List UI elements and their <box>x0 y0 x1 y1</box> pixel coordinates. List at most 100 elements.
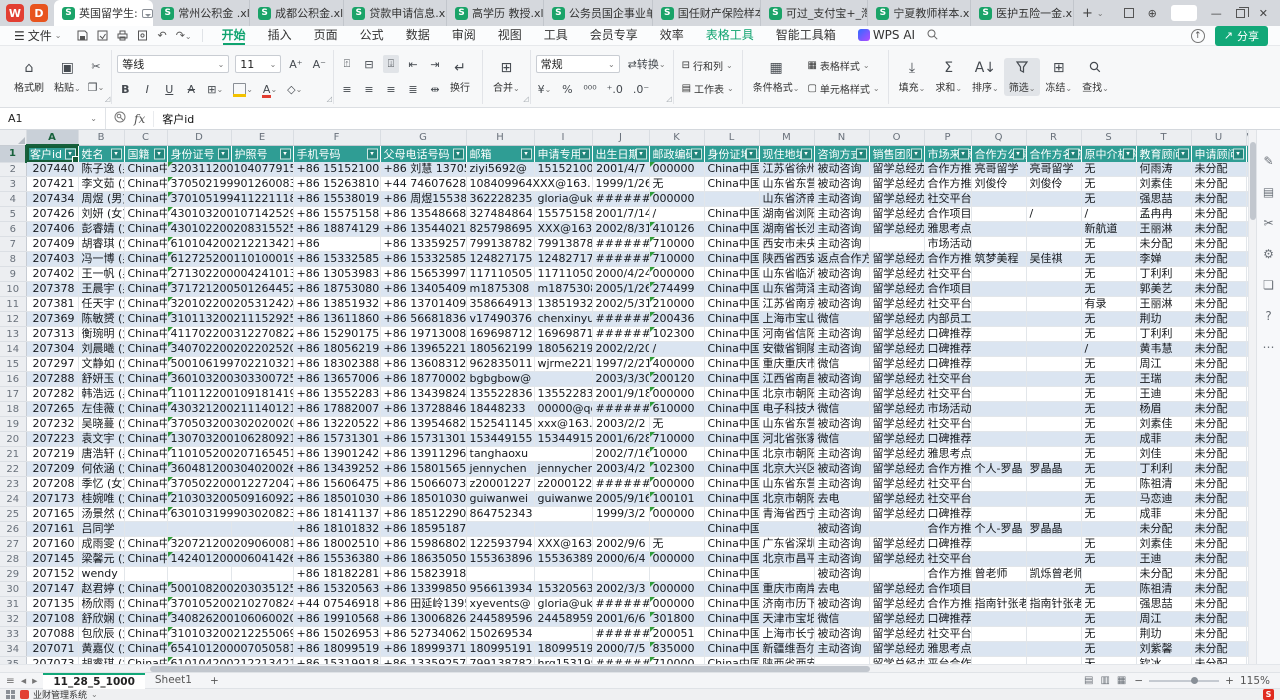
cell[interactable]: China中国 <box>124 372 167 387</box>
cell[interactable]: +86 1877000215 <box>380 372 466 387</box>
cell[interactable]: 360481200304020026 <box>167 462 293 477</box>
more-panel-icon[interactable]: ⋯ <box>1263 340 1275 354</box>
cell[interactable] <box>759 567 814 582</box>
cell[interactable]: 荆玏 <box>1136 312 1191 327</box>
cell[interactable]: 合作项目- <box>924 582 971 597</box>
cell[interactable]: 207406 <box>26 222 78 237</box>
cell[interactable]: China中国 <box>124 297 167 312</box>
cell[interactable] <box>1026 372 1081 387</box>
restore-button[interactable] <box>1236 9 1245 18</box>
cell[interactable]: 207219 <box>26 447 78 462</box>
cell[interactable] <box>1026 402 1081 417</box>
cell[interactable]: 00000@qq <box>534 402 592 417</box>
thousands-icon[interactable]: ⁰⁰⁰ <box>581 80 598 98</box>
cell[interactable]: 成菲 <box>1136 432 1191 447</box>
cell[interactable]: 汤景然 (女 <box>78 507 124 522</box>
cell[interactable]: 留学总经办 <box>869 192 924 207</box>
cell[interactable]: 曾老师 <box>971 567 1026 582</box>
cell[interactable]: m1875308 <box>466 282 534 297</box>
cell[interactable]: 180995191 <box>534 642 592 657</box>
row-number[interactable]: 22 <box>0 462 26 477</box>
file-tab[interactable]: S 成都公积金.xlsx <box>250 0 344 26</box>
cell[interactable] <box>1026 507 1081 522</box>
cell[interactable] <box>971 627 1026 642</box>
cell[interactable]: +86 13657006 <box>293 372 380 387</box>
cell[interactable] <box>971 582 1026 597</box>
cell[interactable]: 王瑞 <box>1136 372 1191 387</box>
zoom-slider[interactable] <box>1149 680 1219 682</box>
row-number[interactable]: 11 <box>0 297 26 312</box>
cell[interactable]: +86 52734062 <box>380 627 466 642</box>
cell[interactable]: 微信 <box>814 612 869 627</box>
cell[interactable]: 留学总经办 <box>869 597 924 612</box>
comment-icon[interactable] <box>142 9 153 18</box>
cell[interactable] <box>971 477 1026 492</box>
cell[interactable]: 社交平台. <box>924 552 971 567</box>
cell[interactable]: 310103200212255069 <box>167 627 293 642</box>
undo-icon[interactable]: ↶ <box>157 29 166 42</box>
column-header[interactable]: 出生日期▾ <box>592 145 649 162</box>
cell[interactable]: 未分配 <box>1136 567 1191 582</box>
distributed-icon[interactable]: ⇹ <box>427 80 443 98</box>
cell[interactable]: 无 <box>1081 507 1136 522</box>
cell[interactable]: 平台合作方 <box>924 657 971 664</box>
cell[interactable] <box>1026 582 1081 597</box>
sheet-tab-Sheet1[interactable]: Sheet1 <box>145 673 202 689</box>
menu-item-审阅[interactable]: 审阅 <box>441 26 487 45</box>
column-letter-F[interactable]: F <box>293 130 380 145</box>
row-number[interactable]: 28 <box>0 552 26 567</box>
cell[interactable]: 207108 <box>26 612 78 627</box>
cell[interactable]: 400000 <box>649 357 704 372</box>
cell[interactable]: 135522836 <box>466 387 534 402</box>
cell[interactable]: 广东省深圳 <box>759 537 814 552</box>
cell[interactable]: China中国 <box>124 162 167 177</box>
cell[interactable]: 季忆 (女) <box>78 477 124 492</box>
filter-dropdown-icon[interactable]: ▾ <box>1178 148 1189 159</box>
column-letter-J[interactable]: J <box>592 130 649 145</box>
row-number[interactable]: 35 <box>0 657 26 664</box>
tab-smart-toolbox[interactable]: 智能工具箱 <box>765 26 847 45</box>
cell[interactable]: ######### <box>592 657 649 664</box>
cell[interactable]: 207381 <box>26 297 78 312</box>
cell[interactable]: 合作项目- <box>924 207 971 222</box>
cell[interactable]: 207421 <box>26 177 78 192</box>
cell[interactable]: bgbgbow@ <box>466 372 592 387</box>
cell[interactable]: 社交平台. <box>924 192 971 207</box>
cell[interactable]: 留学总经办 <box>869 222 924 237</box>
decrease-decimal-icon[interactable]: .0⁻ <box>631 80 651 98</box>
increase-font-icon[interactable]: A⁺ <box>287 55 304 73</box>
column-letter-T[interactable]: T <box>1136 130 1191 145</box>
cell[interactable]: China中国 <box>704 342 759 357</box>
cell[interactable]: 重庆市南岸 <box>759 582 814 597</box>
cell[interactable]: 合作方推荐 <box>924 162 971 177</box>
cell[interactable]: 杨欣雨 (女 <box>78 597 124 612</box>
cell[interactable]: 口碑推荐. <box>924 612 971 627</box>
select-all-corner[interactable] <box>0 130 26 145</box>
cell[interactable]: 2001/6/6 <box>592 612 649 627</box>
cell[interactable]: 327484864 <box>466 207 534 222</box>
filter-dropdown-icon[interactable]: ▾ <box>856 148 867 159</box>
cell[interactable]: 社交平台. <box>924 372 971 387</box>
row-number[interactable]: 25 <box>0 507 26 522</box>
cell[interactable]: 124827175 <box>534 252 592 267</box>
next-sheet-icon[interactable]: ▸ <box>32 675 37 687</box>
cell[interactable]: 王迪 <box>1136 387 1191 402</box>
cell[interactable]: 被动咨询 <box>814 177 869 192</box>
cell[interactable]: 155751588 <box>534 207 592 222</box>
cell[interactable] <box>971 357 1026 372</box>
cell[interactable]: +86 1391129694 <box>380 447 466 462</box>
cell[interactable]: China中国 <box>704 612 759 627</box>
cell[interactable]: +86 1580156591 <box>380 462 466 477</box>
cell[interactable]: 王晨宇 (男 <box>78 282 124 297</box>
cell[interactable]: 142401200006041426 <box>167 552 293 567</box>
cell[interactable]: +86 1339985047 <box>380 582 466 597</box>
cell[interactable]: +86 19910568 <box>293 612 380 627</box>
strikethrough-button[interactable]: A <box>183 80 199 98</box>
cell[interactable]: 207208 <box>26 477 78 492</box>
cell[interactable]: 无 <box>649 417 704 432</box>
cell[interactable]: 李婵 <box>1136 252 1191 267</box>
cell[interactable]: 被动咨询 <box>814 567 869 582</box>
cell[interactable]: 未分配 <box>1191 252 1246 267</box>
column-header[interactable]: 市场来源▾ <box>924 145 971 162</box>
cell[interactable]: 主动咨询 <box>814 207 869 222</box>
